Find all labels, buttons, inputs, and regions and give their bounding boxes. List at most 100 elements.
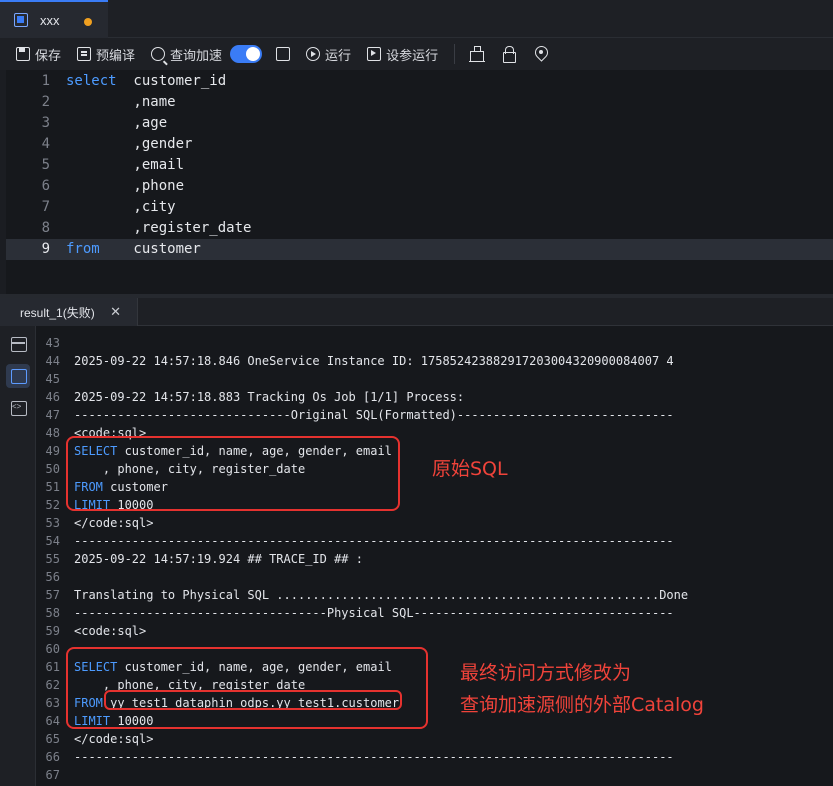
log-line-number: 57: [45, 588, 60, 602]
precompile-icon: [77, 47, 92, 61]
log-line: 54 --------------------------------------…: [36, 532, 833, 550]
log-line: 43: [36, 334, 833, 352]
editor-line[interactable]: 1 select customer_id: [6, 71, 833, 92]
final-access-annotation-line1: 最终访问方式修改为: [460, 662, 632, 684]
save-button[interactable]: 保存: [16, 45, 61, 64]
log-line-number: 58: [45, 606, 60, 620]
code-text: ,name: [66, 92, 176, 113]
search-icon: [151, 47, 166, 61]
final-access-annotation-line2: 查询加速源侧的外部Catalog: [460, 694, 704, 716]
line-number: 4: [41, 136, 50, 152]
code-text: ,phone: [66, 176, 184, 197]
lock-icon[interactable]: [501, 46, 517, 63]
log-line: 53 </code:sql>: [36, 514, 833, 532]
line-number: 3: [41, 115, 50, 131]
editor-tab-bar: xxx: [0, 0, 833, 38]
log-line-number: 44: [45, 354, 60, 368]
log-line-number: 56: [45, 570, 60, 584]
run-label: 运行: [325, 47, 352, 63]
editor-line[interactable]: 2 ,name: [6, 92, 833, 113]
log-content: 2025-09-22 14:57:18.846 OneService Insta…: [74, 354, 674, 368]
tab-sql-file[interactable]: xxx: [0, 0, 108, 38]
log-line-number: 52: [45, 498, 60, 512]
result-side-rail: [0, 326, 36, 786]
log-line: 44 2025-09-22 14:57:18.846 OneService Ins…: [36, 352, 833, 370]
log-line-number: 62: [45, 678, 60, 692]
log-line: 47 ------------------------------Original…: [36, 406, 833, 424]
log-line: 57 Translating to Physical SQL ..........…: [36, 586, 833, 604]
log-content: <code:sql>: [74, 624, 147, 638]
log-line: 65 </code:sql>: [36, 730, 833, 748]
editor-line[interactable]: 8 ,register_date: [6, 218, 833, 239]
log-line-number: 66: [45, 750, 60, 764]
sql-code: ,age: [66, 115, 168, 131]
editor-line[interactable]: 4 ,gender: [6, 134, 833, 155]
log-content: </code:sql>: [74, 516, 154, 530]
log-text: 2025-09-22 14:57:18.846 OneService Insta…: [74, 352, 674, 370]
sql-editor[interactable]: 1 select customer_id 2 ,name 3 ,age 4 ,gende…: [6, 70, 833, 294]
log-line: 59 <code:sql>: [36, 622, 833, 640]
log-content: </code:sql>: [74, 732, 154, 746]
log-line: 55 2025-09-22 14:57:19.924 ## TRACE_ID ##…: [36, 550, 833, 568]
sql-code: ,name: [66, 94, 176, 110]
sql-code: ,phone: [66, 178, 185, 194]
log-text: </code:sql>: [74, 514, 153, 532]
log-content: Translating to Physical SQL ............…: [74, 588, 689, 602]
log-text: -----------------------------------Physi…: [74, 604, 674, 622]
log-line-number: 46: [45, 390, 60, 404]
editor-line[interactable]: 7 ,city: [6, 197, 833, 218]
sql-code: customer: [99, 241, 201, 257]
code-text: ,register_date: [66, 218, 251, 239]
log-line-number: 61: [45, 660, 60, 674]
log-line-number: 54: [45, 534, 60, 548]
log-icon[interactable]: [6, 364, 30, 388]
code-text: ,gender: [66, 134, 192, 155]
editor-line[interactable]: 3 ,age: [6, 113, 833, 134]
close-icon[interactable]: ✕: [110, 304, 121, 320]
toolbar: 保存 预编译 查询加速 运行 设参运行: [0, 38, 833, 70]
log-line-number: 53: [45, 516, 60, 530]
code-text: from customer: [66, 239, 201, 260]
code-text: ,email: [66, 155, 184, 176]
log-text: ----------------------------------------…: [74, 532, 674, 550]
log-line-number: 51: [45, 480, 60, 494]
log-content: 2025-09-22 14:57:19.924 ## TRACE_ID ## :: [74, 552, 363, 566]
log-content: ----------------------------------------…: [74, 534, 674, 548]
log-text: ------------------------------Original S…: [74, 406, 674, 424]
tab-result-1[interactable]: result_1(失败) ✕: [0, 298, 138, 326]
log-line-number: 59: [45, 624, 60, 638]
line-number: 2: [41, 94, 50, 110]
location-pin-icon[interactable]: [533, 46, 549, 62]
query-accel-toggle[interactable]: [230, 45, 263, 63]
log-line-number: 64: [45, 714, 60, 728]
log-line-number: 45: [45, 372, 60, 386]
sql-file-icon: [14, 13, 28, 27]
sql-keyword: from: [66, 241, 100, 257]
editor-line[interactable]: 9 from customer: [6, 239, 833, 260]
line-number: 9: [41, 241, 50, 257]
log-content: ------------------------------Original S…: [74, 408, 674, 422]
log-content: ----------------------------------------…: [74, 750, 674, 764]
sql-keyword: select: [66, 73, 117, 89]
run-with-params-label: 设参运行: [386, 47, 439, 63]
code-icon[interactable]: [6, 396, 30, 420]
save-icon: [16, 47, 30, 61]
save-label: 保存: [35, 47, 62, 63]
sql-code: ,register_date: [66, 220, 252, 236]
sql-code: ,city: [66, 199, 176, 215]
run-with-params-button[interactable]: 设参运行: [367, 45, 438, 64]
warehouse-icon[interactable]: [469, 46, 486, 62]
precompile-button[interactable]: 预编译: [77, 45, 135, 64]
play-icon: [306, 47, 321, 61]
edit-icon[interactable]: [276, 47, 291, 61]
line-number: 6: [41, 178, 50, 194]
log-line-number: 50: [45, 462, 60, 476]
precompile-label: 预编译: [96, 47, 136, 63]
run-button[interactable]: 运行: [306, 45, 351, 64]
log-text: Translating to Physical SQL ............…: [74, 586, 688, 604]
log-text: 2025-09-22 14:57:18.883 Tracking Os Job …: [74, 388, 464, 406]
table-grid-icon[interactable]: [6, 332, 30, 356]
query-accel-item: 查询加速: [151, 45, 222, 64]
editor-line[interactable]: 5 ,email: [6, 155, 833, 176]
editor-line[interactable]: 6 ,phone: [6, 176, 833, 197]
